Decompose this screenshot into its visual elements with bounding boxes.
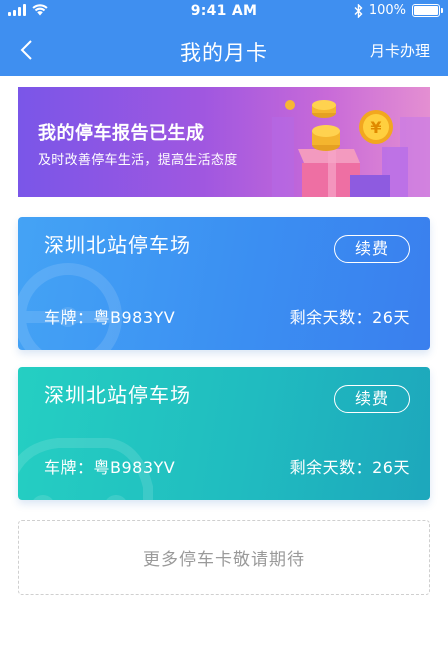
- remaining-days: 剩余天数：26天: [289, 308, 410, 327]
- monthly-card-apply-link[interactable]: 月卡办理: [370, 40, 430, 61]
- parking-lot-name: 深圳北站停车场: [44, 233, 191, 257]
- parking-card[interactable]: 深圳北站停车场 续费 车牌：粤B983YV 剩余天数：26天: [18, 217, 430, 350]
- more-cards-text: 更多停车卡敬请期待: [143, 550, 305, 570]
- license-plate: 车牌：粤B983YV: [44, 308, 176, 327]
- status-bar: 9:41 AM 100%: [0, 0, 448, 24]
- parking-card[interactable]: 深圳北站停车场 续费 车牌：粤B983YV 剩余天数：26天: [18, 367, 430, 500]
- parking-report-banner[interactable]: ¥ 我的停车报告已生成 及时改善停车生活，提高生活态度: [18, 87, 430, 197]
- renew-button[interactable]: 续费: [334, 385, 410, 413]
- nav-bar: 我的月卡 月卡办理: [0, 24, 448, 76]
- banner-subtitle: 及时改善停车生活，提高生活态度: [38, 153, 238, 168]
- status-right: 100%: [354, 3, 443, 18]
- bluetooth-icon: [354, 3, 363, 18]
- yen-symbol: ¥: [370, 118, 381, 137]
- banner-title: 我的停车报告已生成: [38, 123, 205, 144]
- more-cards-placeholder: 更多停车卡敬请期待: [18, 520, 430, 595]
- parking-lot-name: 深圳北站停车场: [44, 383, 191, 407]
- report-illustration: ¥: [272, 100, 430, 197]
- license-plate: 车牌：粤B983YV: [44, 458, 176, 477]
- renew-button[interactable]: 续费: [334, 235, 410, 263]
- battery-percent: 100%: [368, 3, 406, 18]
- battery-icon: [412, 4, 443, 17]
- app-header: 9:41 AM 100% 我的月卡 月卡办理: [0, 0, 448, 76]
- remaining-days: 剩余天数：26天: [289, 458, 410, 477]
